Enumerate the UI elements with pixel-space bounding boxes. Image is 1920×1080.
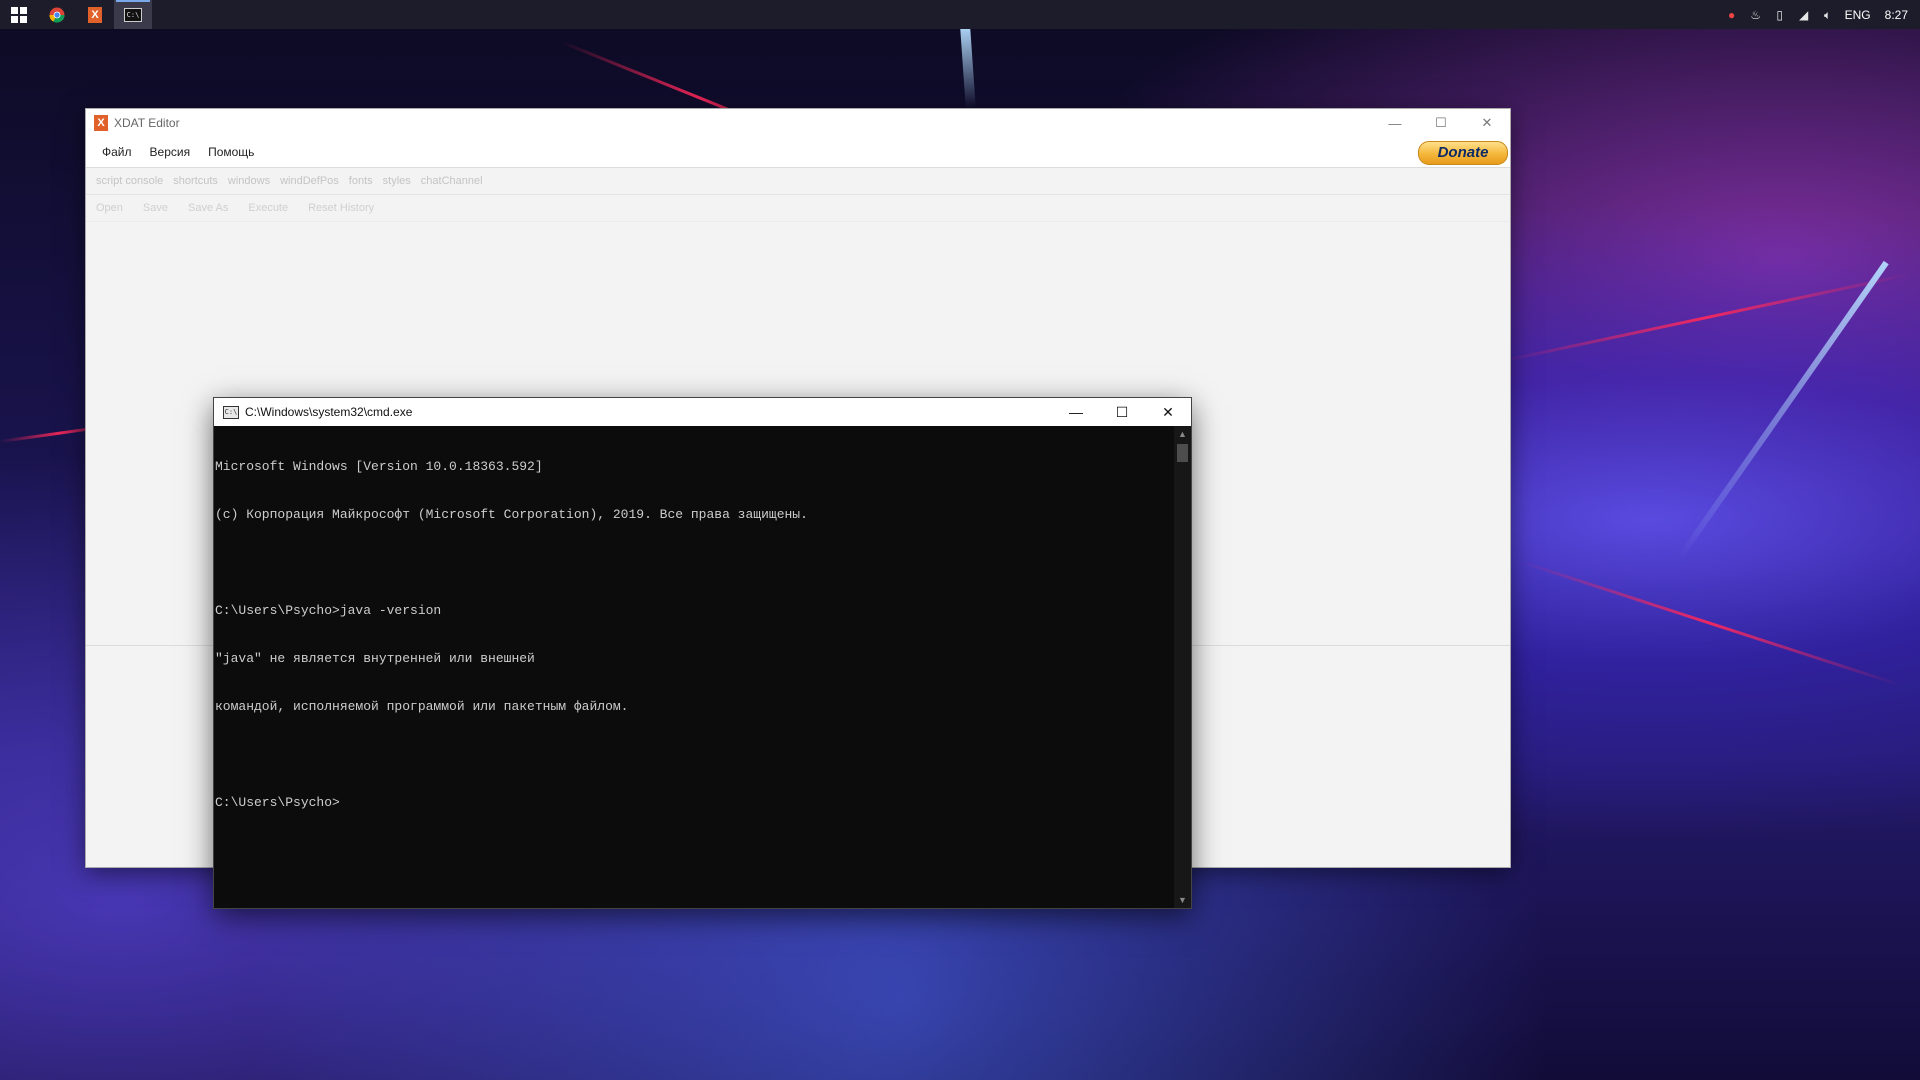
scroll-thumb[interactable] xyxy=(1177,444,1188,462)
donate-button[interactable]: Donate xyxy=(1418,141,1508,165)
window-title: XDAT Editor xyxy=(114,116,180,130)
console-line: "java" не является внутренней или внешне… xyxy=(215,651,535,666)
tab-shortcuts[interactable]: shortcuts xyxy=(168,175,223,187)
maximize-button[interactable]: ☐ xyxy=(1099,398,1145,426)
red-streak xyxy=(1519,560,1901,687)
battery-icon[interactable]: ▯ xyxy=(1773,8,1787,22)
cmd-icon: C:\ xyxy=(223,405,239,419)
tab-windows[interactable]: windows xyxy=(223,175,275,187)
tab-script-console[interactable]: script console xyxy=(86,175,168,187)
wifi-icon[interactable]: ◢ xyxy=(1797,8,1811,22)
light-beam xyxy=(1677,260,1889,560)
xdat-editor-icon[interactable]: X xyxy=(76,0,114,29)
maximize-button[interactable]: ☐ xyxy=(1418,109,1464,137)
minimize-button[interactable]: — xyxy=(1372,109,1418,137)
cmd-window-title: C:\Windows\system32\cmd.exe xyxy=(245,405,413,419)
toolbar: Open Save Save As Execute Reset History xyxy=(86,195,1510,222)
menu-version[interactable]: Версия xyxy=(141,145,200,159)
tab-fonts[interactable]: fonts xyxy=(344,175,378,187)
cmd-taskbar-icon[interactable]: C:\ xyxy=(114,0,152,29)
volume-icon[interactable]: 🔈︎ xyxy=(1821,8,1835,22)
system-tray: ● ♨ ▯ ◢ 🔈︎ ENG 8:27 xyxy=(1725,0,1920,29)
minimize-button[interactable]: — xyxy=(1053,398,1099,426)
xdat-app-icon: X xyxy=(94,115,108,131)
menu-help[interactable]: Помощь xyxy=(199,145,263,159)
close-button[interactable]: ✕ xyxy=(1464,109,1510,137)
tab-bar: script console shortcuts windows windDef… xyxy=(86,168,1510,195)
console-output[interactable]: Microsoft Windows [Version 10.0.18363.59… xyxy=(214,426,1174,908)
tab-chatchannel[interactable]: chatChannel xyxy=(416,175,488,187)
chrome-icon[interactable] xyxy=(38,0,76,29)
save-button[interactable]: Save xyxy=(133,202,178,214)
steam-icon[interactable]: ♨ xyxy=(1749,8,1763,22)
console-line: C:\Users\Psycho>java -version xyxy=(215,603,442,618)
cmd-title-bar[interactable]: C:\ C:\Windows\system32\cmd.exe — ☐ ✕ xyxy=(214,398,1191,426)
cmd-window: C:\ C:\Windows\system32\cmd.exe — ☐ ✕ Mi… xyxy=(214,398,1191,908)
scroll-down-icon[interactable]: ▼ xyxy=(1174,892,1191,908)
menu-bar: Файл Версия Помощь Donate xyxy=(86,137,1510,168)
console-line: командой, исполняемой программой или пак… xyxy=(215,699,629,714)
scroll-up-icon[interactable]: ▲ xyxy=(1174,426,1191,442)
open-button[interactable]: Open xyxy=(86,202,133,214)
app-tray-icon[interactable]: ● xyxy=(1725,8,1739,22)
console-prompt[interactable]: C:\Users\Psycho> xyxy=(215,795,1174,811)
tab-styles[interactable]: styles xyxy=(378,175,416,187)
console-line: (c) Корпорация Майкрософт (Microsoft Cor… xyxy=(215,507,808,522)
scrollbar[interactable]: ▲ ▼ xyxy=(1174,426,1191,908)
taskbar: X C:\ ● ♨ ▯ ◢ 🔈︎ ENG 8:27 xyxy=(0,0,1920,29)
clock[interactable]: 8:27 xyxy=(1881,8,1908,22)
menu-file[interactable]: Файл xyxy=(86,145,141,159)
windows-start-icon[interactable] xyxy=(0,0,38,29)
language-indicator[interactable]: ENG xyxy=(1845,8,1871,22)
close-button[interactable]: ✕ xyxy=(1145,398,1191,426)
save-as-button[interactable]: Save As xyxy=(178,202,238,214)
execute-button[interactable]: Execute xyxy=(238,202,298,214)
light-beam xyxy=(960,27,976,109)
console-line: Microsoft Windows [Version 10.0.18363.59… xyxy=(215,459,543,474)
xdat-title-bar[interactable]: X XDAT Editor — ☐ ✕ xyxy=(86,109,1510,137)
tab-winddefpos[interactable]: windDefPos xyxy=(275,175,344,187)
reset-history-button[interactable]: Reset History xyxy=(298,202,384,214)
